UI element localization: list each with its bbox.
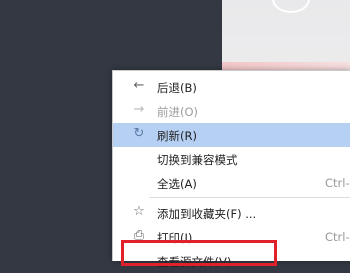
menu-item-label: 后退(B): [157, 81, 197, 95]
menu-item-refresh[interactable]: ↻ 刷新(R): [113, 123, 350, 147]
star-icon: ☆: [133, 204, 145, 219]
menu-item-add-favorite[interactable]: ☆ 添加到收藏夹(F) ...: [113, 201, 350, 225]
menu-item-label: 切换到兼容模式: [157, 153, 238, 167]
menu-separator: [149, 197, 350, 198]
arrow-left-icon: ←: [133, 78, 145, 93]
menu-item-label: 添加到收藏夹(F) ...: [157, 207, 257, 221]
arrow-right-icon: →: [133, 102, 145, 117]
menu-item-label: 刷新(R): [157, 129, 197, 143]
menu-item-back[interactable]: ← 后退(B): [113, 75, 350, 99]
menu-item-shortcut: Ctrl-: [325, 230, 350, 244]
menu-item-label: 前进(O): [157, 105, 199, 119]
context-menu: ← 后退(B) → 前进(O) ↻ 刷新(R) 切换到兼容模式 全选(A) Ct…: [112, 70, 350, 269]
highlight-box: [121, 240, 277, 266]
menu-item-select-all[interactable]: 全选(A) Ctrl-: [113, 171, 350, 195]
refresh-icon: ↻: [133, 126, 145, 141]
menu-item-label: 全选(A): [157, 177, 197, 191]
menu-item-shortcut: Ctrl-: [325, 176, 350, 190]
menu-item-forward[interactable]: → 前进(O): [113, 99, 350, 123]
menu-item-compat-mode[interactable]: 切换到兼容模式: [113, 147, 350, 171]
